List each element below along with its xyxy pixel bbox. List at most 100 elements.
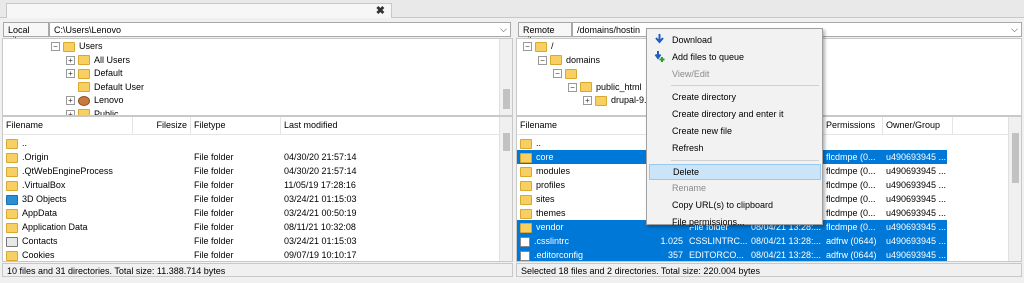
- scrollbar-thumb[interactable]: [503, 133, 510, 151]
- local-path-input[interactable]: C:\Users\Lenovo ⌵: [49, 22, 511, 37]
- expand-icon[interactable]: +: [583, 96, 592, 106]
- menu-item-create-new-file[interactable]: Create new file: [649, 123, 821, 139]
- local-site-bar: Local site: C:\Users\Lenovo ⌵: [0, 20, 514, 45]
- folder-icon: [6, 222, 18, 233]
- table-row[interactable]: .QtWebEngineProcess File folder 04/30/20 2…: [3, 164, 500, 178]
- table-row[interactable]: .editorconfig 357 EDITORCO... 08/04/21 13:2…: [517, 248, 947, 261]
- last-modified-cell: 08/11/21 10:32:08: [284, 222, 356, 232]
- collapse-icon[interactable]: −: [523, 42, 532, 52]
- column-filesize[interactable]: Filesize: [133, 117, 191, 134]
- menu-item-copy-url-s-to-clipboard[interactable]: Copy URL(s) to clipboard: [649, 197, 821, 213]
- column-filetype[interactable]: Filetype: [191, 117, 281, 134]
- expand-icon[interactable]: +: [66, 55, 75, 65]
- tree-item[interactable]: + All Users: [66, 54, 130, 67]
- tree-item[interactable]: − domains: [538, 54, 600, 67]
- filename: .csslintrc: [534, 236, 570, 246]
- table-row[interactable]: ..: [3, 136, 500, 150]
- menu-item-add-files-to-queue[interactable]: Add files to queue: [649, 49, 821, 65]
- menu-item-download[interactable]: Download: [649, 32, 821, 48]
- menu-item-delete[interactable]: Delete: [649, 163, 821, 180]
- owner-group-cell: u490693945 ...: [886, 166, 946, 176]
- menu-item-refresh[interactable]: Refresh: [649, 140, 821, 156]
- contacts-icon: [6, 236, 18, 247]
- filename-cell: .csslintrc: [520, 234, 645, 248]
- tree-item[interactable]: − public_html: [568, 81, 642, 94]
- permissions-cell: adfrw (0644): [826, 250, 877, 260]
- column-last-modified[interactable]: Last modified: [281, 117, 500, 134]
- tree-item[interactable]: − /: [523, 40, 554, 53]
- collapse-icon[interactable]: −: [51, 42, 60, 52]
- tree-item[interactable]: + Default: [66, 67, 123, 80]
- tree-item[interactable]: + Lenovo: [66, 94, 124, 107]
- filesize-cell: 357: [667, 250, 683, 260]
- local-tree-scrollbar[interactable]: [499, 39, 512, 115]
- owner-group-cell: u490693945 ...: [886, 180, 946, 190]
- tree-item-label: Public: [94, 108, 119, 116]
- tab-bar: ✖: [0, 0, 1024, 18]
- collapse-icon[interactable]: −: [568, 82, 577, 92]
- menu-item-label: Create directory and enter it: [672, 109, 784, 120]
- menu-item-file-permissions[interactable]: File permissions...: [649, 214, 821, 230]
- table-row[interactable]: Cookies File folder 09/07/19 10:10:17: [3, 248, 500, 261]
- local-list-scrollbar[interactable]: [499, 117, 512, 261]
- scrollbar-thumb[interactable]: [1012, 133, 1019, 183]
- owner-group-cell: u490693945 ...: [886, 222, 946, 232]
- filename: Contacts: [22, 236, 58, 246]
- folder-icon: [6, 250, 18, 261]
- filename: .Origin: [22, 152, 49, 162]
- filename-cell: vendor: [520, 220, 645, 234]
- menu-item-create-directory[interactable]: Create directory: [649, 89, 821, 105]
- expand-icon[interactable]: +: [66, 69, 75, 79]
- filename-cell: .Origin: [6, 150, 131, 164]
- column-permissions[interactable]: Permissions: [823, 117, 883, 134]
- filename: ..: [22, 138, 28, 148]
- table-row[interactable]: 3D Objects File folder 03/24/21 01:15:03: [3, 192, 500, 206]
- table-row[interactable]: .csslintrc 1.025 CSSLINTRC... 08/04/21 13:2…: [517, 234, 947, 248]
- table-row[interactable]: AppData File folder 03/24/21 00:50:19: [3, 206, 500, 220]
- scrollbar-thumb[interactable]: [503, 89, 510, 109]
- menu-item-label: Refresh: [672, 142, 704, 153]
- folder-icon: [78, 109, 90, 115]
- tree-item-label: Users: [79, 41, 103, 51]
- table-row[interactable]: Contacts File folder 03/24/21 01:15:03: [3, 234, 500, 248]
- column-filename[interactable]: Filename: [517, 117, 647, 134]
- chevron-down-icon[interactable]: ⌵: [1011, 24, 1018, 34]
- remote-list-scrollbar[interactable]: [1008, 117, 1021, 261]
- menu-item-view-edit: View/Edit: [649, 66, 821, 82]
- close-tab-icon[interactable]: ✖: [376, 4, 385, 17]
- filename-cell: AppData: [6, 206, 131, 220]
- table-row[interactable]: Application Data File folder 08/11/21 10:3…: [3, 220, 500, 234]
- filetype-cell: File folder: [194, 180, 234, 190]
- menu-item-create-directory-and-enter-it[interactable]: Create directory and enter it: [649, 106, 821, 122]
- tree-item[interactable]: Default User: [66, 81, 144, 94]
- folder-icon: [6, 152, 18, 163]
- table-row[interactable]: .Origin File folder 04/30/20 21:57:14: [3, 150, 500, 164]
- tree-item-label: All Users: [94, 54, 131, 65]
- chevron-down-icon[interactable]: ⌵: [500, 24, 507, 34]
- folder-icon: [520, 152, 532, 163]
- column-owner-group[interactable]: Owner/Group: [883, 117, 953, 134]
- tree-item[interactable]: −: [553, 67, 581, 80]
- menu-item-label: Download: [672, 35, 713, 45]
- filetype-cell: EDITORCO...: [689, 250, 744, 260]
- table-row[interactable]: .VirtualBox File folder 11/05/19 17:28:16: [3, 178, 500, 192]
- last-modified-cell: 04/30/20 21:57:14: [284, 166, 357, 176]
- permissions-cell: adfrw (0644): [826, 236, 877, 246]
- local-path-value: C:\Users\Lenovo: [54, 25, 122, 35]
- site-tab[interactable]: ✖: [6, 3, 392, 18]
- last-modified-cell: 03/24/21 01:15:03: [284, 194, 357, 204]
- filename: AppData: [22, 208, 58, 218]
- folder-icon: [520, 194, 532, 205]
- filename-cell: modules: [520, 164, 645, 178]
- column-filename[interactable]: Filename: [3, 117, 133, 134]
- tree-item[interactable]: + Public: [66, 108, 119, 116]
- filename: Application Data: [22, 222, 88, 232]
- tree-item[interactable]: + drupal-9.2: [583, 94, 652, 107]
- menu-item-label: Create directory: [672, 92, 737, 103]
- collapse-icon[interactable]: −: [538, 55, 547, 65]
- folder-icon: [520, 138, 532, 149]
- collapse-icon[interactable]: −: [553, 69, 562, 79]
- tree-item[interactable]: − Users: [51, 40, 103, 53]
- local-status-bar: 10 files and 31 directories. Total size:…: [2, 263, 513, 277]
- expand-icon[interactable]: +: [66, 96, 75, 106]
